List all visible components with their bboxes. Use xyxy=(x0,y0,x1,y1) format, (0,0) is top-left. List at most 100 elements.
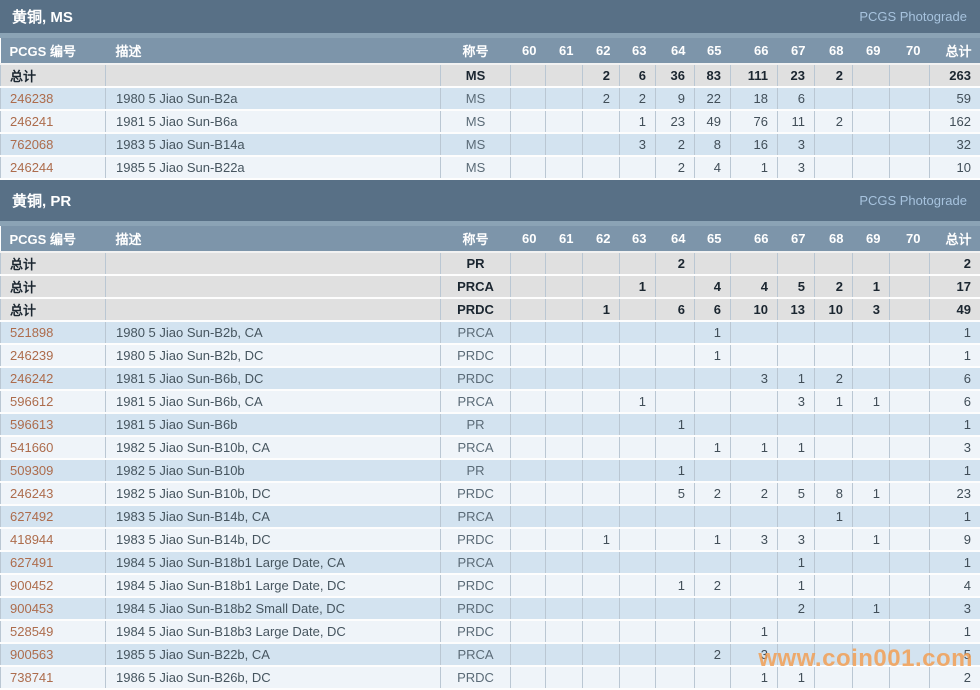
pcgs-number-link[interactable]: 900452 xyxy=(10,578,53,593)
pcgs-number-link[interactable]: 541660 xyxy=(10,440,53,455)
grade-63-cell: 1 xyxy=(619,275,656,299)
col-header-designation: 称号 xyxy=(440,38,511,65)
photograde-link[interactable]: PCGS Photograde xyxy=(859,193,967,208)
section-brass-ms: 黄铜, MS PCGS Photograde PCGS 编号 描述 称号 60 61 62 63… xyxy=(0,0,980,180)
grade-64-cell xyxy=(655,505,695,529)
grade-61-cell xyxy=(545,110,583,134)
grade-62-cell xyxy=(582,390,620,414)
grade-65-cell: 83 xyxy=(694,64,731,88)
grade-70-cell xyxy=(889,344,930,368)
grade-64-cell: 2 xyxy=(655,156,695,180)
section-header-brass-ms: 黄铜, MS PCGS Photograde xyxy=(0,0,980,33)
col-header-grade-64: 64 xyxy=(655,226,695,253)
pcgs-number-link[interactable]: 627492 xyxy=(10,509,53,524)
coin-row-900453: 900453 1984 5 Jiao Sun-B18b2 Small Date, … xyxy=(0,597,980,621)
grade-66-cell: 16 xyxy=(730,133,778,157)
grade-64-cell: 6 xyxy=(655,298,695,322)
pcgs-number-link[interactable]: 246243 xyxy=(10,486,53,501)
pcgs-number-link[interactable]: 596613 xyxy=(10,417,53,432)
report-sections: 黄铜, MS PCGS Photograde PCGS 编号 描述 称号 60 61 62 63… xyxy=(0,0,980,690)
designation-cell: PRDC xyxy=(440,597,511,621)
grade-67-cell: 11 xyxy=(777,110,815,134)
pcgs-number-link[interactable]: 246244 xyxy=(10,160,53,175)
grade-70-cell xyxy=(889,275,930,299)
col-header-grade-70: 70 xyxy=(889,226,930,253)
total-label-cell: 总计 xyxy=(0,64,106,88)
section-title: 黄铜, MS xyxy=(12,9,73,26)
grade-60-cell xyxy=(510,574,546,598)
pcgs-number-link[interactable]: 900453 xyxy=(10,601,53,616)
photograde-link[interactable]: PCGS Photograde xyxy=(859,9,967,24)
row-total-cell: 32 xyxy=(929,133,980,157)
total-label-cell: 总计 xyxy=(0,275,106,299)
grade-62-cell xyxy=(582,505,620,529)
section-header-brass-pr: 黄铜, PR PCGS Photograde xyxy=(0,180,980,221)
grade-60-cell xyxy=(510,321,546,345)
grade-67-cell xyxy=(777,344,815,368)
grade-61-cell xyxy=(545,156,583,180)
designation-cell: PRDC xyxy=(440,666,511,690)
grade-65-cell xyxy=(694,252,731,276)
coin-row-627491: 627491 1984 5 Jiao Sun-B18b1 Large Date, … xyxy=(0,551,980,575)
description-cell: 1984 5 Jiao Sun-B18b1 Large Date, CA xyxy=(105,551,441,575)
grade-70-cell xyxy=(889,643,930,667)
grade-64-cell: 9 xyxy=(655,87,695,111)
grade-66-cell: 10 xyxy=(730,298,778,322)
grade-68-cell xyxy=(814,551,853,575)
description-cell xyxy=(105,64,441,88)
grade-61-cell xyxy=(545,574,583,598)
pcgs-number-link[interactable]: 762068 xyxy=(10,137,53,152)
pcgs-number-link[interactable]: 738741 xyxy=(10,670,53,685)
grade-64-cell xyxy=(655,551,695,575)
grade-65-cell: 22 xyxy=(694,87,731,111)
description-cell: 1980 5 Jiao Sun-B2b, CA xyxy=(105,321,441,345)
pcgs-number-link[interactable]: 246241 xyxy=(10,114,53,129)
description-cell: 1982 5 Jiao Sun-B10b, CA xyxy=(105,436,441,460)
grade-60-cell xyxy=(510,344,546,368)
designation-cell: PR xyxy=(440,459,511,483)
pcgs-number-link[interactable]: 509309 xyxy=(10,463,53,478)
grade-70-cell xyxy=(889,436,930,460)
grade-66-cell xyxy=(730,390,778,414)
grade-61-cell xyxy=(545,344,583,368)
grade-61-cell xyxy=(545,252,583,276)
pcgs-number-link[interactable]: 900563 xyxy=(10,647,53,662)
grade-61-cell xyxy=(545,459,583,483)
grade-65-cell xyxy=(694,505,731,529)
pcgs-number-link[interactable]: 596612 xyxy=(10,394,53,409)
pcgs-number-cell: 246238 xyxy=(0,87,106,111)
row-total-cell: 6 xyxy=(929,367,980,391)
col-header-grade-65: 65 xyxy=(694,38,731,65)
grade-66-cell xyxy=(730,459,778,483)
grade-70-cell xyxy=(889,64,930,88)
grade-67-cell xyxy=(777,620,815,644)
coin-row-246239: 246239 1980 5 Jiao Sun-B2b, DC PRDC 1 1 xyxy=(0,344,980,368)
col-header-grade-61: 61 xyxy=(545,226,583,253)
pcgs-number-link[interactable]: 528549 xyxy=(10,624,53,639)
grade-60-cell xyxy=(510,156,546,180)
pcgs-number-link[interactable]: 521898 xyxy=(10,325,53,340)
pcgs-population-report-page: 黄铜, MS PCGS Photograde PCGS 编号 描述 称号 60 61 62 63… xyxy=(0,0,980,690)
pcgs-number-link[interactable]: 627491 xyxy=(10,555,53,570)
grade-69-cell xyxy=(852,436,890,460)
grade-66-cell xyxy=(730,321,778,345)
grade-63-cell xyxy=(619,252,656,276)
pcgs-number-link[interactable]: 418944 xyxy=(10,532,53,547)
grade-69-cell xyxy=(852,643,890,667)
description-cell: 1982 5 Jiao Sun-B10b, DC xyxy=(105,482,441,506)
pcgs-number-link[interactable]: 246242 xyxy=(10,371,53,386)
description-cell: 1983 5 Jiao Sun-B14a xyxy=(105,133,441,157)
grade-67-cell xyxy=(777,505,815,529)
pcgs-number-link[interactable]: 246238 xyxy=(10,91,53,106)
population-table-brass-ms: PCGS 编号 描述 称号 60 61 62 63 64 65 66 67 68 69 70 总计 总计 MS 2… xyxy=(0,38,980,180)
grade-67-cell: 3 xyxy=(777,528,815,552)
pcgs-number-link[interactable]: 246239 xyxy=(10,348,53,363)
designation-cell: PRCA xyxy=(440,275,511,299)
designation-cell: PR xyxy=(440,252,511,276)
grade-62-cell xyxy=(582,482,620,506)
col-header-designation: 称号 xyxy=(440,226,511,253)
description-cell: 1985 5 Jiao Sun-B22b, CA xyxy=(105,643,441,667)
grade-68-cell xyxy=(814,252,853,276)
grade-68-cell: 1 xyxy=(814,390,853,414)
row-total-cell: 10 xyxy=(929,156,980,180)
